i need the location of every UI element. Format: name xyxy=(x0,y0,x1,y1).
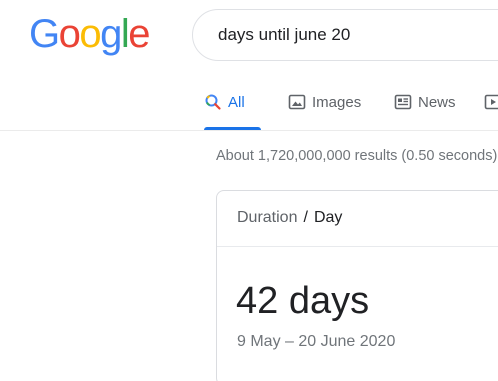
card-header: Duration / Day xyxy=(237,209,342,227)
logo-letter: G xyxy=(29,12,60,56)
search-icon xyxy=(204,93,222,111)
logo-letter: e xyxy=(128,12,150,56)
tab-images[interactable]: Images xyxy=(288,86,361,130)
breadcrumb-separator: / xyxy=(303,209,308,226)
search-results-page: Google All Images xyxy=(0,0,498,381)
logo-letter: l xyxy=(120,12,130,56)
search-box[interactable] xyxy=(192,9,498,61)
duration-value: 42 days xyxy=(236,280,370,322)
tab-label: All xyxy=(228,94,245,111)
google-logo[interactable]: Google xyxy=(29,10,150,58)
duration-answer-card: Duration / Day 42 days 9 May – 20 June 202… xyxy=(216,190,498,381)
unit-type-label[interactable]: Duration xyxy=(237,209,297,226)
search-input[interactable] xyxy=(218,10,498,60)
video-icon xyxy=(484,93,498,111)
logo-letter: o xyxy=(79,12,101,56)
card-divider xyxy=(217,246,498,247)
date-range: 9 May – 20 June 2020 xyxy=(237,333,396,350)
unit-label: Day xyxy=(313,209,343,226)
logo-letter: g xyxy=(100,12,122,56)
tab-videos[interactable] xyxy=(484,86,498,130)
news-icon xyxy=(394,93,412,111)
tab-label: Images xyxy=(312,94,362,111)
image-icon xyxy=(288,93,306,111)
tab-news[interactable]: News xyxy=(394,86,456,130)
logo-letter: o xyxy=(58,12,81,56)
tabs-divider xyxy=(0,130,498,131)
result-stats: About 1,720,000,000 results (0.50 second… xyxy=(216,148,498,164)
tab-all[interactable]: All xyxy=(204,86,261,130)
tab-label: News xyxy=(418,94,456,111)
